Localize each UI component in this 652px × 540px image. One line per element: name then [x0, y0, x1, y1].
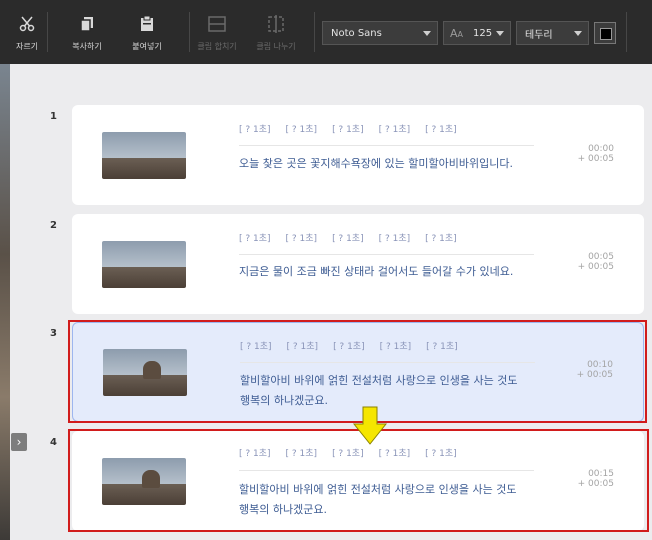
chevron-right-icon: ›	[16, 435, 22, 449]
expand-panel-button[interactable]: ›	[11, 433, 27, 451]
word-token[interactable]: [ ? 1초]	[425, 122, 457, 135]
font-family-value: Noto Sans	[331, 27, 382, 39]
divider	[239, 254, 534, 255]
border-value: 테두리	[525, 29, 553, 41]
copy-button[interactable]: 복사하기	[57, 0, 117, 64]
chevron-down-icon	[574, 31, 582, 36]
word-token[interactable]: [ ? 1초]	[239, 122, 271, 135]
cut-button[interactable]: 자르기	[8, 0, 46, 64]
word-token[interactable]: [ ? 1초]	[286, 231, 318, 244]
preview-strip	[0, 64, 10, 540]
word-token[interactable]: [ ? 1초]	[425, 231, 457, 244]
clip-thumbnail[interactable]	[102, 241, 186, 288]
chevron-down-icon	[496, 31, 504, 36]
scissors-icon	[16, 13, 38, 35]
clip-number: 4	[50, 437, 57, 448]
merge-clips-button[interactable]: 클립 합치기	[190, 0, 244, 64]
word-token[interactable]: [ ? 1초]	[379, 231, 411, 244]
font-size-icon: AA	[450, 26, 464, 40]
duration: + 00:05	[577, 262, 614, 272]
word-token[interactable]: [ ? 1초]	[286, 122, 318, 135]
word-timing-row: [ ? 1초] [ ? 1초] [ ? 1초] [ ? 1초] [ ? 1초]	[239, 122, 539, 135]
clip-number: 3	[50, 328, 57, 339]
text-color-swatch[interactable]	[594, 22, 616, 44]
chevron-down-icon	[423, 31, 431, 36]
merge-icon	[206, 13, 228, 35]
toolbar: 자르기 복사하기 붙여넣기 클립 합치기 클립 나누기 Noto Sans AA…	[0, 0, 652, 64]
cut-label: 자르기	[15, 41, 39, 51]
word-token[interactable]: [ ? 1초]	[239, 231, 271, 244]
paste-icon	[136, 13, 158, 35]
clip-number: 2	[50, 220, 57, 231]
split-label: 클립 나누기	[256, 41, 296, 51]
down-arrow-icon	[352, 406, 388, 445]
font-family-select[interactable]: Noto Sans	[322, 21, 438, 45]
divider	[239, 145, 534, 146]
subtitle-text[interactable]: 지금은 물이 조금 빠진 상태라 걸어서도 들어갈 수가 있네요.	[239, 262, 529, 282]
copy-icon	[76, 13, 98, 35]
toolbar-divider	[626, 12, 627, 52]
clip-card[interactable]: [ ? 1초] [ ? 1초] [ ? 1초] [ ? 1초] [ ? 1초] …	[72, 214, 644, 314]
border-select[interactable]: 테두리	[516, 21, 589, 45]
clip-number: 1	[50, 111, 57, 122]
start-time: 00:05	[588, 252, 614, 262]
clip-time: 00:05 + 00:05	[578, 252, 614, 272]
clip-time: 00:00 + 00:05	[578, 144, 614, 164]
paste-label: 붙여넣기	[132, 41, 162, 51]
merge-label: 클립 합치기	[197, 41, 237, 51]
font-size-value: 125	[473, 27, 493, 39]
word-token[interactable]: [ ? 1초]	[332, 231, 364, 244]
subtitle-text[interactable]: 오늘 찾은 곳은 꽃지해수욕장에 있는 할미할아비바위입니다.	[239, 154, 529, 174]
split-icon	[265, 13, 287, 35]
word-timing-row: [ ? 1초] [ ? 1초] [ ? 1초] [ ? 1초] [ ? 1초]	[239, 231, 539, 244]
paste-button[interactable]: 붙여넣기	[117, 0, 177, 64]
color-indicator	[600, 28, 612, 40]
copy-label: 복사하기	[72, 41, 102, 51]
toolbar-divider	[314, 12, 315, 52]
duration: + 00:05	[577, 154, 614, 164]
word-token[interactable]: [ ? 1초]	[379, 122, 411, 135]
clip-card[interactable]: [ ? 1초] [ ? 1초] [ ? 1초] [ ? 1초] [ ? 1초] …	[72, 105, 644, 205]
split-clip-button[interactable]: 클립 나누기	[248, 0, 304, 64]
toolbar-divider	[47, 12, 48, 52]
font-size-select[interactable]: AA 125	[443, 21, 511, 45]
clip-thumbnail[interactable]	[102, 132, 186, 179]
word-token[interactable]: [ ? 1초]	[332, 122, 364, 135]
start-time: 00:00	[588, 144, 614, 154]
